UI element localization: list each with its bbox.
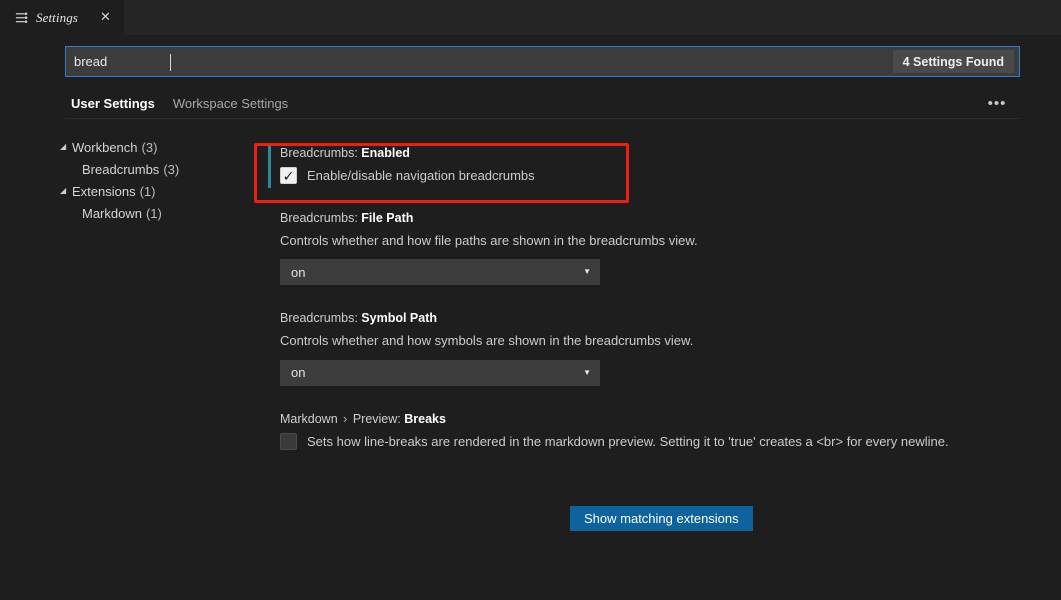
dropdown-value: on [291,365,306,381]
setting-name: Symbol Path [361,311,438,326]
checkbox-markdown-preview-breaks[interactable] [280,432,297,450]
setting-prefix: Markdown [280,411,338,426]
setting-breadcrumbs-symbol-path[interactable]: Breadcrumbs: Symbol Path Controls whethe… [268,289,988,390]
setting-control-row: Sets how line-breaks are rendered in the… [280,432,988,451]
chevron-down-icon: ▼ [583,367,591,377]
setting-name: File Path [361,210,414,225]
setting-title: Markdown › Preview: Breaks [280,412,988,426]
chevron-down-icon: ▼ [583,267,591,277]
chevron-down-icon[interactable]: ◢ [60,187,72,195]
setting-prefix: Breadcrumbs: [280,146,358,160]
tab-bar-empty-area [125,0,1061,35]
chevron-down-icon[interactable]: ◢ [60,143,72,151]
settings-list: Breadcrumbs: Enabled ✓ Enable/disable na… [268,138,988,454]
tree-item-label: Markdown [82,205,142,221]
close-icon[interactable]: ✕ [97,9,114,26]
setting-description: Controls whether and how file paths are … [280,232,698,248]
tab-settings[interactable]: Settings ✕ [0,0,125,35]
settings-search-bar[interactable]: 4 Settings Found [65,46,1020,77]
editor-tab-bar: Settings ✕ [0,0,1061,35]
setting-description: Sets how line-breaks are rendered in the… [307,433,949,449]
setting-breadcrumbs-enabled[interactable]: Breadcrumbs: Enabled ✓ Enable/disable na… [268,138,988,189]
tree-item-label: Workbench [72,139,138,155]
settings-editor-window: Settings ✕ 4 Settings Found User Setting… [0,0,1061,600]
tree-item-extensions[interactable]: ◢ Extensions (1) [60,180,250,202]
setting-prefix: Breadcrumbs: [280,311,358,326]
settings-category-tree: ◢ Workbench (3) Breadcrumbs (3) ◢ Extens… [60,136,250,224]
tree-item-markdown[interactable]: Markdown (1) [60,202,250,224]
setting-title: Breadcrumbs: Enabled [280,146,988,160]
tree-item-label: Breadcrumbs [82,161,160,177]
tab-user-settings[interactable]: User Settings [65,96,167,119]
breadcrumb-separator: › [343,411,348,426]
setting-title: Breadcrumbs: File Path [280,211,988,225]
tree-item-count: (3) [141,139,158,155]
more-actions-icon[interactable]: ••• [984,93,1010,113]
setting-description: Enable/disable navigation breadcrumbs [307,168,535,183]
tab-workspace-settings[interactable]: Workspace Settings [167,96,300,119]
setting-control-row: ✓ Enable/disable navigation breadcrumbs [280,167,988,185]
text-cursor [170,54,171,71]
dropdown-breadcrumbs-file-path[interactable]: on ▼ [280,259,600,286]
setting-prefix: Breadcrumbs: [280,210,358,225]
search-input[interactable] [66,47,893,76]
dropdown-value: on [291,264,306,280]
tree-item-label: Extensions [72,183,136,199]
settings-list-icon [14,10,29,25]
setting-prefix-2: Preview: [352,411,401,426]
tree-item-count: (1) [139,183,156,199]
setting-breadcrumbs-file-path[interactable]: Breadcrumbs: File Path Controls whether … [268,189,988,290]
tree-item-breadcrumbs[interactable]: Breadcrumbs (3) [60,158,250,180]
tabs-divider [65,118,1020,119]
dropdown-breadcrumbs-symbol-path[interactable]: on ▼ [280,359,600,386]
setting-description: Controls whether and how symbols are sho… [280,333,694,349]
setting-title: Breadcrumbs: Symbol Path [280,311,988,325]
checkbox-breadcrumbs-enabled[interactable]: ✓ [280,167,297,185]
tree-item-count: (1) [145,205,162,221]
setting-markdown-preview-breaks[interactable]: Markdown › Preview: Breaks Sets how line… [268,390,988,455]
tree-item-workbench[interactable]: ◢ Workbench (3) [60,136,250,158]
setting-name: Enabled [361,146,410,160]
show-matching-extensions-button[interactable]: Show matching extensions [570,506,753,531]
tab-label: Settings [36,9,78,25]
results-count-badge: 4 Settings Found [892,50,1014,73]
setting-name: Breaks [404,411,446,426]
tree-item-count: (3) [163,161,180,177]
settings-scope-tabs: User Settings Workspace Settings ••• [65,88,1020,119]
